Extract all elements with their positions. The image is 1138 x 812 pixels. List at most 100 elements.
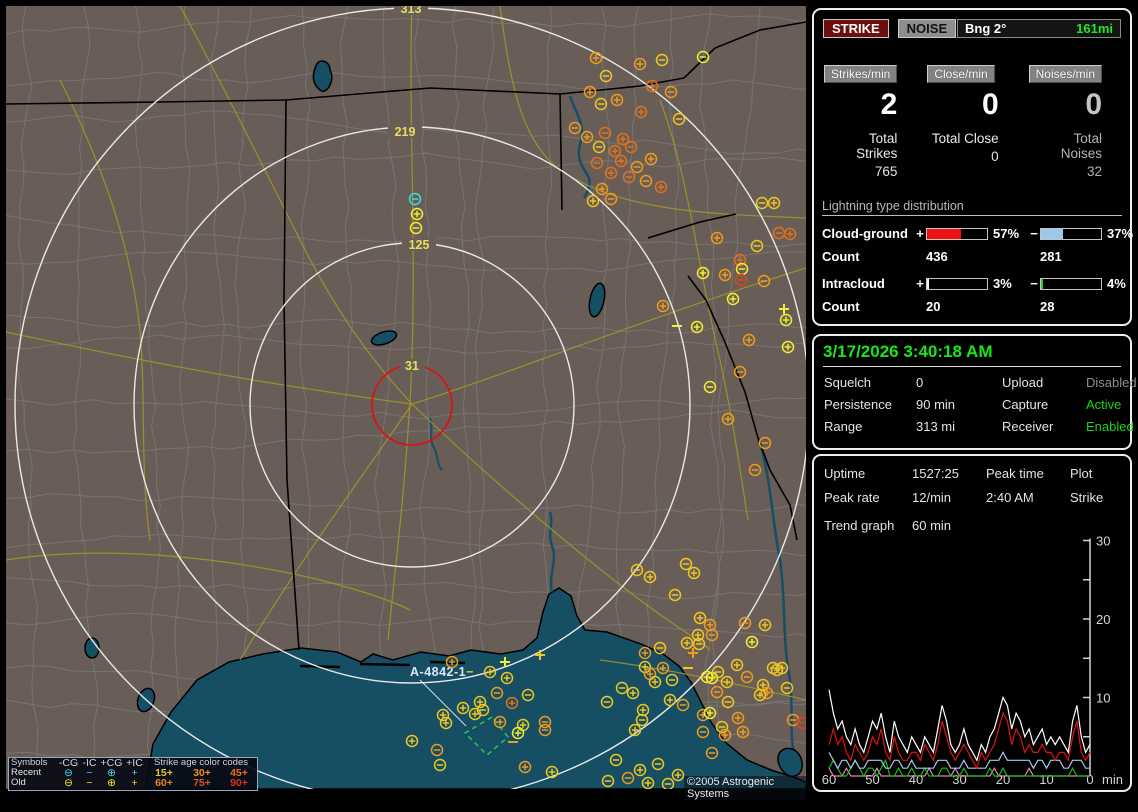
- lake-1: [312, 60, 333, 93]
- total-strikes-label: Total Strikes: [856, 131, 898, 161]
- total-strikes-value: 765: [874, 164, 898, 179]
- age-code: 90+: [230, 777, 248, 789]
- old-minus-cg-icon: ⊖: [64, 777, 73, 789]
- x-tick-label: 60: [822, 772, 836, 787]
- strikes-column: Strikes/min 2 Total Strikes 765: [818, 65, 921, 179]
- ic-plus-count: 20: [926, 299, 941, 314]
- noises-per-min-chip[interactable]: Noises/min: [1028, 65, 1102, 83]
- app-root: { "header": { "strike_btn": "STRIKE", "n…: [0, 0, 1138, 812]
- strikes-per-min-chip[interactable]: Strikes/min: [824, 65, 898, 83]
- noises-column: Noises/min 0 Total Noises 32: [1023, 65, 1126, 179]
- status-value: Disabled: [1086, 375, 1137, 390]
- ic-minus-bar: [1040, 277, 1102, 290]
- cg-plus-count: 436: [926, 249, 948, 264]
- mode-button-row: STRIKE NOISE Bng 2° 161mi: [823, 19, 1121, 38]
- uptime-cell: Plot: [1070, 466, 1093, 481]
- map-canvas: 313 219 125 31 A-4842-1−: [6, 6, 806, 789]
- close-rate-value: 0: [981, 88, 999, 121]
- status-value: Active: [1086, 397, 1122, 412]
- y-tick-label: 20: [1096, 612, 1110, 627]
- close-column: Close/min 0 Total Close 0: [921, 65, 1022, 179]
- cg-minus-bar: [1040, 227, 1102, 240]
- plus-sign: +: [916, 226, 924, 241]
- cloud-ground-label: Cloud-ground: [822, 226, 908, 241]
- trend-series-Total: [828, 689, 1091, 762]
- minus-sign: −: [1030, 276, 1038, 291]
- old-minus-ic-icon: −: [86, 777, 93, 789]
- old-plus-cg-icon: ⊕: [107, 777, 116, 789]
- trend-series--CG: [828, 751, 1090, 770]
- old-plus-ic-icon: +: [131, 777, 138, 789]
- status-label: Range: [824, 419, 863, 434]
- uptime-cell: Uptime: [824, 466, 866, 481]
- panel-status: 3/17/2026 3:40:18 AM Squelch 0 Upload Disab…: [812, 334, 1137, 450]
- count-label: Count: [822, 299, 860, 314]
- total-noises-value: 32: [1086, 164, 1102, 179]
- count-label: Count: [822, 249, 860, 264]
- age-code: 75+: [193, 777, 211, 789]
- status-value: 313 mi: [916, 419, 956, 434]
- ring-label-313: 313: [401, 6, 422, 16]
- total-close-label: Total Close: [931, 131, 999, 146]
- distribution-title: Lightning type distribution: [822, 199, 1122, 216]
- total-noises-label: Total Noises: [1060, 131, 1102, 161]
- bearing-distance: 161mi: [1076, 21, 1113, 36]
- copyright-text: ©2005 Astrogenic Systems: [684, 776, 806, 800]
- uptime-cell: 12/min: [912, 490, 952, 505]
- status-label: Capture: [1002, 397, 1049, 412]
- total-close-value: 0: [991, 149, 999, 164]
- panel-trend: Uptime 1527:25 Peak time Plot Peak rate 12/mi…: [812, 454, 1132, 792]
- status-label: Persistence: [824, 397, 892, 412]
- status-value: Enabled: [1086, 419, 1134, 434]
- lightning-map[interactable]: 313 219 125 31 A-4842-1− Symbols -CG -IC…: [6, 6, 806, 800]
- y-tick-label: 10: [1096, 691, 1110, 706]
- bearing-display[interactable]: Bng 2° 161mi: [957, 19, 1121, 38]
- plus-sign: +: [916, 276, 924, 291]
- ic-plus-bar: [926, 277, 988, 290]
- strikes-rate-value: 2: [880, 88, 898, 121]
- cg-minus-count: 281: [1040, 249, 1062, 264]
- uptime-cell: Strike: [1070, 490, 1104, 505]
- strike-mode-button[interactable]: STRIKE: [823, 19, 889, 38]
- cg-plus-percent: 57%: [993, 226, 1020, 241]
- trend-graph-window[interactable]: 60 min: [912, 518, 1130, 533]
- uptime-cell: Peak time: [986, 466, 1044, 481]
- uptime-cell: Peak rate: [824, 490, 880, 505]
- y-tick-label: 30: [1096, 535, 1110, 549]
- trend-graph-label: Trend graph: [824, 518, 895, 533]
- uptime-grid: Uptime 1527:25 Peak time Plot Peak rate 12/mi…: [824, 466, 1130, 505]
- storm-cell-label: A-4842-1−: [410, 665, 474, 679]
- cg-minus-percent: 37%: [1107, 226, 1134, 241]
- ring-label-31: 31: [405, 359, 419, 373]
- datetime-display: 3/17/2026 3:40:18 AM: [823, 342, 1121, 367]
- status-value: 0: [916, 375, 924, 390]
- x-tick-label: 30: [952, 772, 966, 787]
- ring-label-125: 125: [409, 238, 430, 252]
- status-grid: Squelch 0 Upload Disabled Persistence 90 min C…: [824, 375, 1137, 434]
- lightning-type-distribution: Lightning type distribution Cloud-ground…: [822, 199, 1133, 314]
- noise-mode-button[interactable]: NOISE: [897, 19, 957, 38]
- trend-graph-chart: 10203060 50 40 30 20 10 0 min: [822, 535, 1123, 787]
- status-value: 90 min: [916, 397, 956, 412]
- ring-label-219: 219: [395, 125, 416, 139]
- map-symbol-legend: Symbols -CG -IC +CG +IC Strike age color…: [8, 757, 258, 791]
- minus-sign: −: [1030, 226, 1038, 241]
- ic-minus-count: 28: [1040, 299, 1055, 314]
- ic-minus-percent: 4%: [1107, 276, 1126, 291]
- intracloud-label: Intracloud: [822, 276, 885, 291]
- uptime-cell: 1527:25: [912, 466, 959, 481]
- noises-rate-value: 0: [1085, 88, 1102, 121]
- rate-counters: Strikes/min 2 Total Strikes 765 Close/mi…: [818, 65, 1126, 179]
- cg-plus-bar: [926, 227, 988, 240]
- status-label: Squelch: [824, 375, 871, 390]
- x-tick-label: 10: [1039, 772, 1053, 787]
- uptime-cell: 2:40 AM: [986, 490, 1034, 505]
- close-per-min-chip[interactable]: Close/min: [927, 65, 995, 83]
- age-code: 60+: [155, 777, 173, 789]
- legend-row-label: Old: [11, 777, 26, 788]
- bearing-label: Bng 2°: [965, 21, 1007, 36]
- status-label: Upload: [1002, 375, 1044, 390]
- panel-strike-counters: STRIKE NOISE Bng 2° 161mi Strikes/min 2 …: [812, 8, 1133, 326]
- x-axis-unit: min: [1102, 772, 1123, 787]
- ic-plus-percent: 3%: [993, 276, 1012, 291]
